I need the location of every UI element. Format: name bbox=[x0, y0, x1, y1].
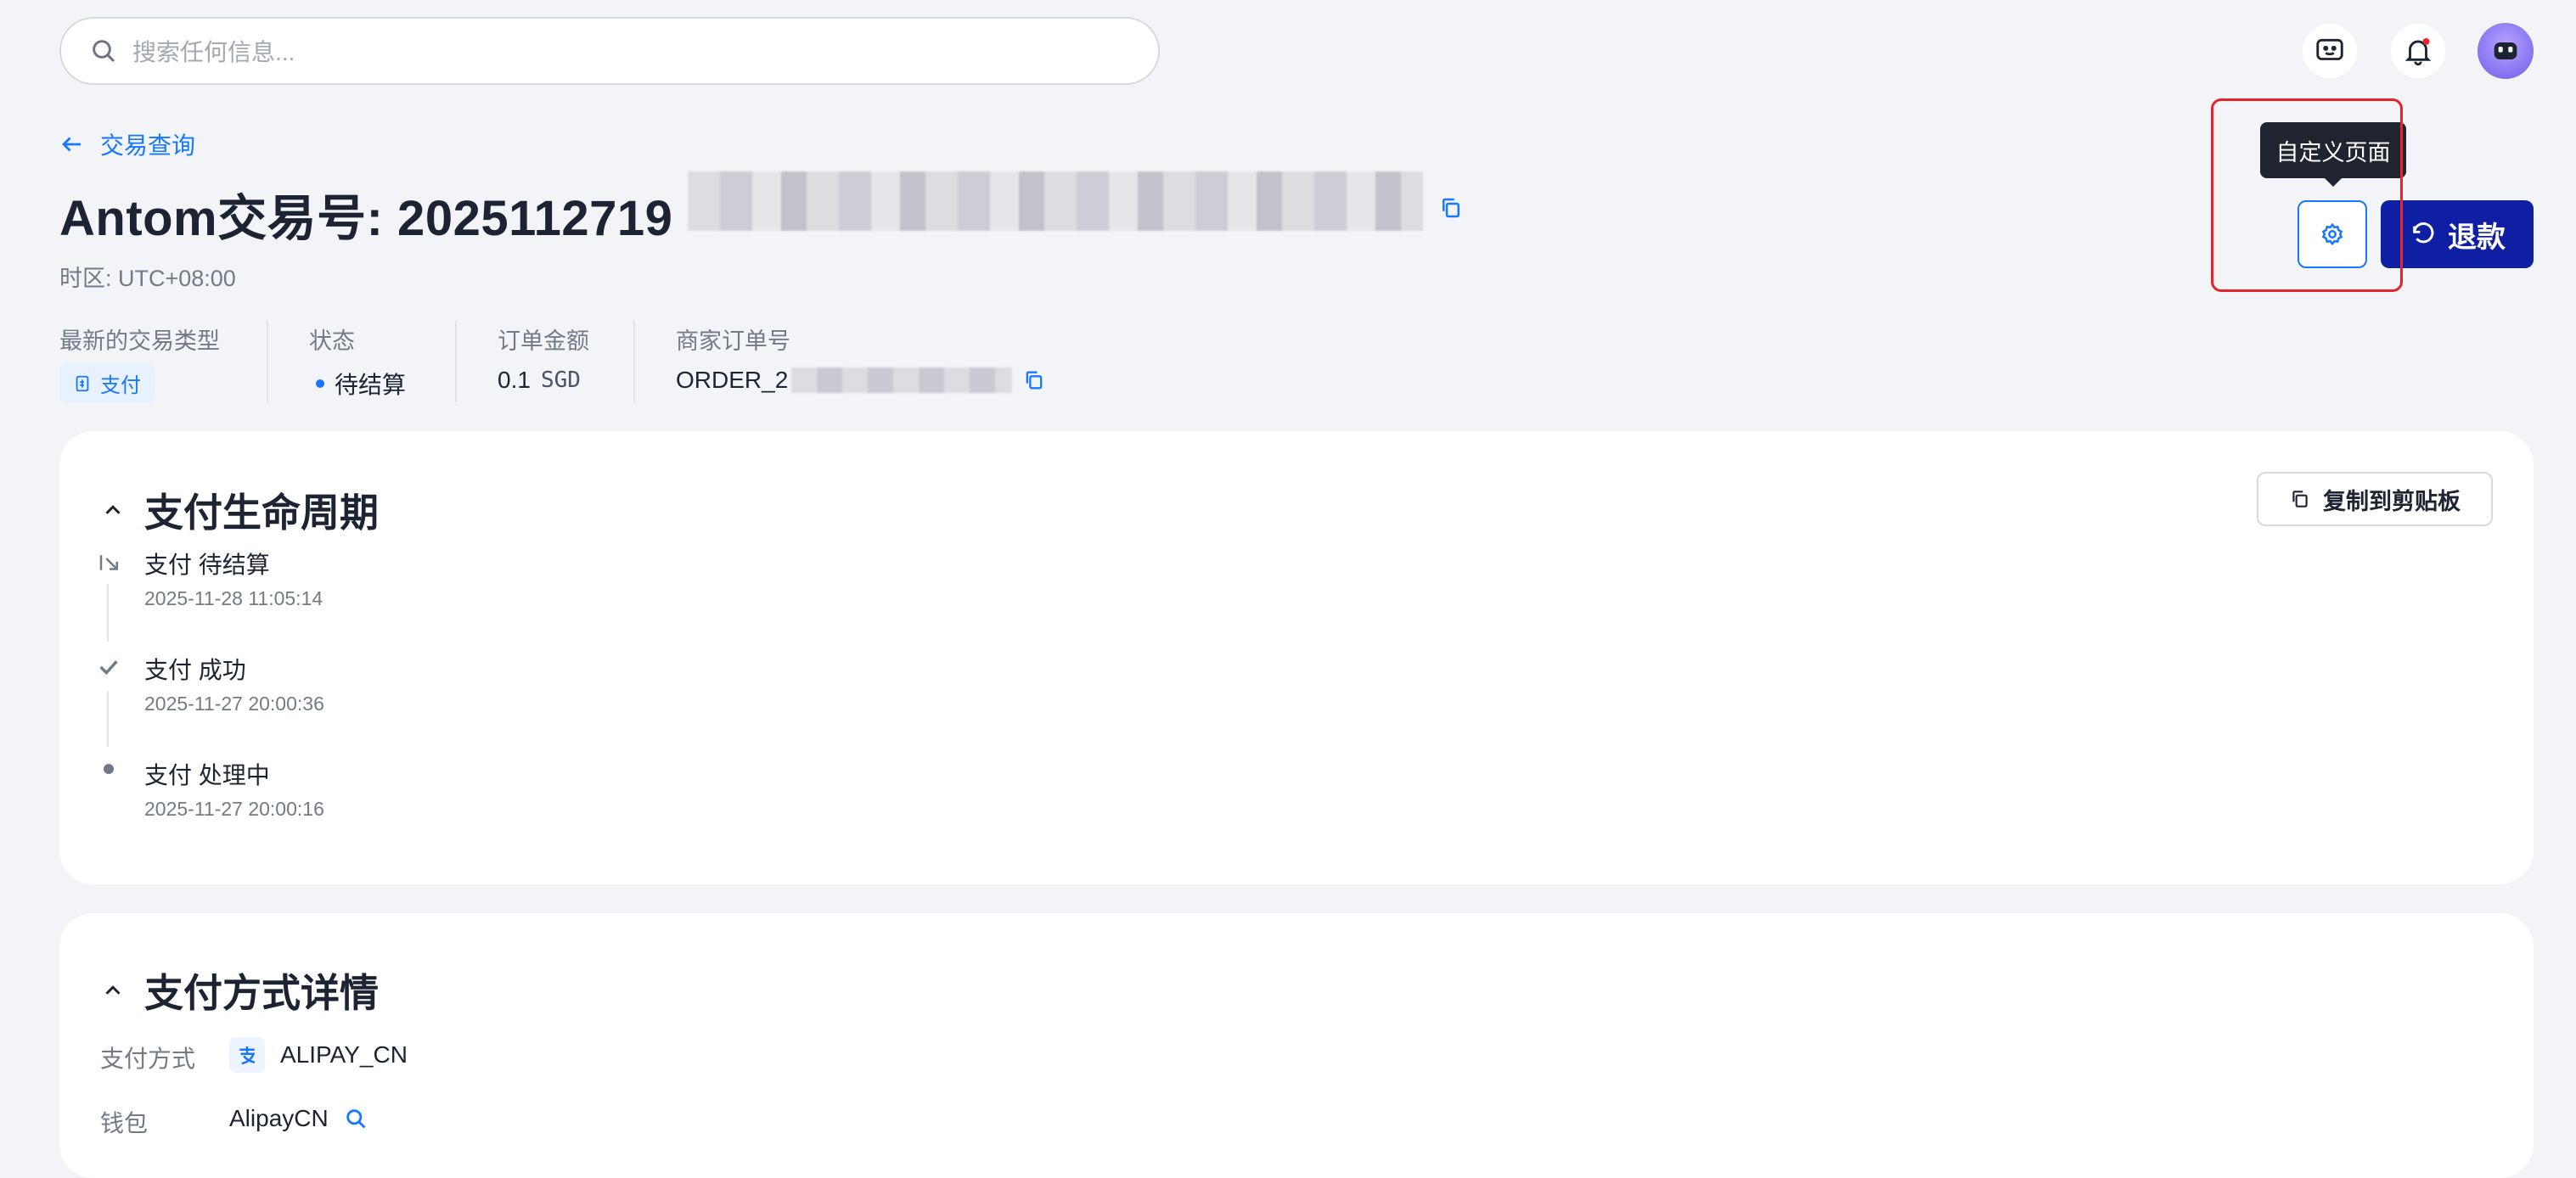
redacted-transaction-id bbox=[688, 171, 1423, 231]
notifications-button[interactable] bbox=[2391, 24, 2445, 78]
page-title: Antom交易号: 2025112719 bbox=[59, 191, 673, 246]
divider bbox=[455, 321, 457, 402]
status-value: 待结算 bbox=[335, 372, 407, 398]
type-badge: 支付 bbox=[59, 363, 155, 403]
timeline-connector bbox=[107, 584, 109, 642]
payment-method-card bbox=[59, 913, 2534, 1178]
timezone: 时区: UTC+08:00 bbox=[59, 266, 236, 291]
wallet-value-row: AlipayCN bbox=[229, 1105, 368, 1132]
copy-icon[interactable] bbox=[1022, 368, 1046, 392]
copy-label: 复制到剪贴板 bbox=[2323, 488, 2461, 514]
payment-method-value-row: ALIPAY_CN bbox=[229, 1037, 408, 1073]
check-icon bbox=[95, 654, 122, 685]
user-avatar[interactable] bbox=[2478, 23, 2534, 79]
payment-method-label: 支付方式 bbox=[100, 1046, 196, 1072]
robot-avatar-icon bbox=[2494, 42, 2517, 59]
redacted-order-id bbox=[791, 367, 1013, 393]
amount-value-row: 0.1 SGD bbox=[498, 367, 581, 394]
support-chat-button[interactable] bbox=[2303, 24, 2357, 78]
amount-currency: SGD bbox=[540, 367, 581, 393]
chevron-up-icon bbox=[105, 985, 121, 995]
lifecycle-header[interactable]: 支付生命周期 bbox=[100, 482, 379, 538]
event-title: 支付 待结算 bbox=[144, 552, 270, 578]
copy-to-clipboard-button[interactable]: 复制到剪贴板 bbox=[2257, 472, 2493, 526]
bell-icon bbox=[2404, 37, 2432, 66]
order-value-row: ORDER_2 bbox=[676, 367, 1046, 394]
divider bbox=[267, 321, 268, 402]
search-icon[interactable] bbox=[344, 1107, 368, 1130]
event-time: 2025-11-28 11:05:14 bbox=[144, 587, 323, 609]
refund-label: 退款 bbox=[2448, 221, 2506, 254]
type-label: 最新的交易类型 bbox=[59, 328, 220, 354]
copy-transaction-id-button[interactable] bbox=[1438, 195, 1464, 225]
order-value: ORDER_2 bbox=[676, 367, 789, 393]
search-placeholder: 搜索任何信息... bbox=[132, 39, 295, 65]
status-dot-icon bbox=[316, 379, 324, 388]
amount-value: 0.1 bbox=[498, 367, 531, 393]
event-title: 支付 处理中 bbox=[144, 762, 270, 788]
payment-method-value: ALIPAY_CN bbox=[280, 1041, 408, 1068]
refund-button[interactable]: 退款 bbox=[2381, 200, 2534, 268]
payment-method-title: 支付方式详情 bbox=[144, 971, 379, 1015]
chat-face-icon bbox=[2316, 38, 2343, 60]
event-time: 2025-11-27 20:00:16 bbox=[144, 798, 324, 820]
pending-arrow-icon bbox=[97, 550, 122, 580]
divider bbox=[633, 321, 635, 402]
lifecycle-title: 支付生命周期 bbox=[144, 491, 379, 535]
wallet-value: AlipayCN bbox=[229, 1105, 329, 1131]
breadcrumb[interactable]: 交易查询 bbox=[59, 127, 195, 161]
event-title: 支付 成功 bbox=[144, 657, 246, 683]
status-value-row: 待结算 bbox=[316, 367, 406, 401]
amount-label: 订单金额 bbox=[498, 328, 589, 354]
breadcrumb-label: 交易查询 bbox=[100, 132, 196, 159]
event-time: 2025-11-27 20:00:36 bbox=[144, 693, 324, 715]
wallet-label: 钱包 bbox=[100, 1110, 149, 1136]
dot-icon bbox=[104, 764, 114, 774]
status-label: 状态 bbox=[309, 328, 355, 354]
chevron-up-icon bbox=[105, 505, 121, 514]
highlight-box bbox=[2211, 98, 2403, 292]
timeline-connector bbox=[107, 691, 109, 747]
payment-doc-icon bbox=[76, 375, 89, 391]
payment-method-header[interactable]: 支付方式详情 bbox=[100, 962, 379, 1018]
search-icon bbox=[93, 40, 115, 63]
alipay-icon bbox=[229, 1037, 265, 1073]
copy-icon bbox=[1443, 198, 1460, 218]
order-label: 商家订单号 bbox=[676, 328, 790, 354]
copy-icon bbox=[2292, 491, 2308, 508]
type-value: 支付 bbox=[100, 374, 141, 397]
undo-icon bbox=[2413, 222, 2434, 244]
lifecycle-card bbox=[59, 431, 2534, 884]
global-search[interactable]: 搜索任何信息... bbox=[59, 17, 1160, 85]
arrow-left-icon bbox=[62, 137, 81, 152]
